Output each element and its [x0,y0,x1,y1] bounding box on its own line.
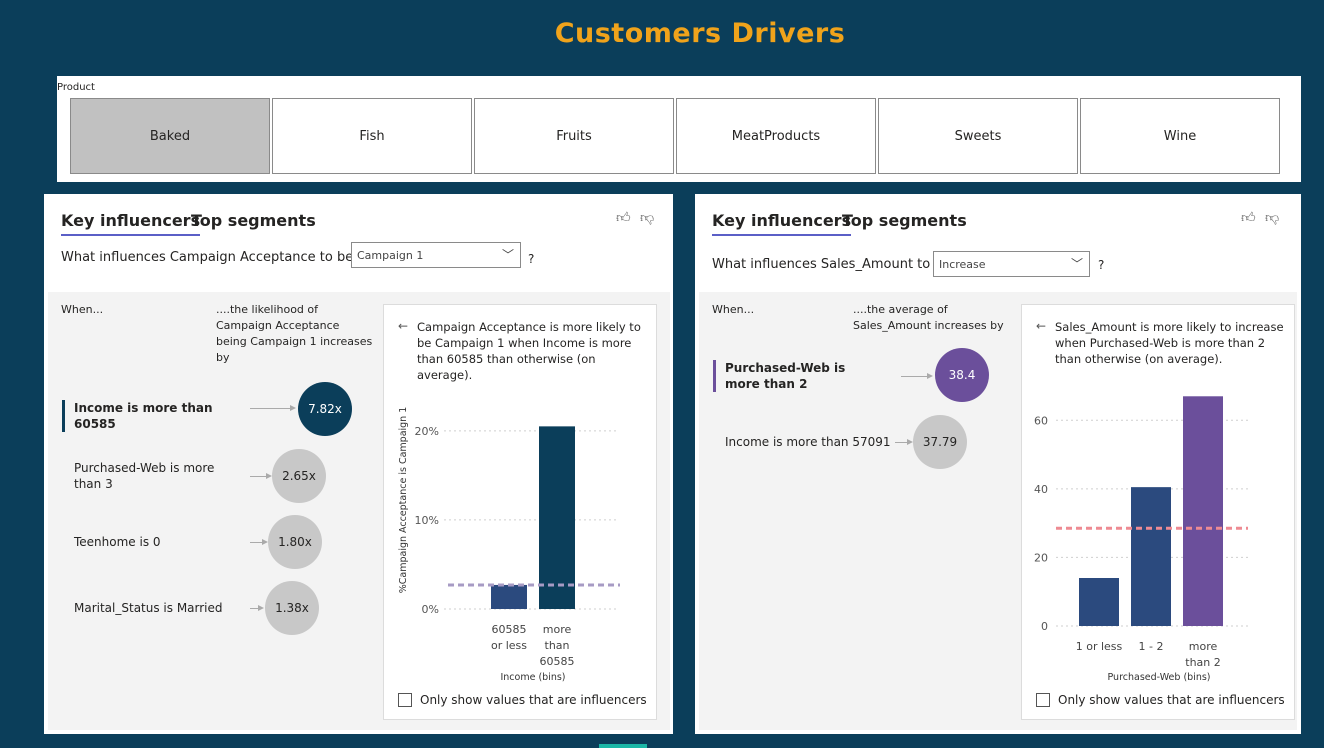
x-tick-label: more [543,623,572,636]
y-tick-label: 60 [1034,414,1048,427]
arrow-icon [250,473,272,479]
campaign-dropdown[interactable]: Campaign 1 ﹀ [351,242,521,268]
arrow-icon [901,373,933,379]
influence-bubble[interactable]: 1.80x [268,515,322,569]
arrow-icon [250,539,268,545]
key-influencers-panel-sales: Key influencers Top segments 👍︎ 👎︎ What … [695,194,1301,734]
when-header: When... [712,303,755,316]
influencer-row[interactable]: Marital_Status is Married [74,600,224,616]
tab-key-influencers[interactable]: Key influencers [712,211,852,236]
detail-description: Sales_Amount is more likely to increase … [1055,320,1284,366]
slicer-option-baked[interactable]: Baked [70,98,270,174]
thumbs-down-icon[interactable]: 👎︎ [1265,209,1279,226]
tab-top-segments[interactable]: Top segments [842,211,967,230]
x-tick-label: 60585 [540,655,575,668]
y-tick-label: 0 [1041,620,1048,633]
influencer-row[interactable]: Purchased-Web is more than 3 [74,460,224,492]
bar [491,584,527,609]
campaign-income-chart: %Campaign Acceptance is Campaign 1 0% 10%… [398,407,620,683]
key-influencers-panel-campaign: Key influencers Top segments 👍︎ 👎︎ What … [44,194,673,734]
x-axis-label: Income (bins) [500,672,565,683]
tab-top-segments[interactable]: Top segments [191,211,316,230]
dropdown-value: Campaign 1 [357,248,424,262]
x-tick-label: or less [491,639,527,652]
influence-bubble[interactable]: 37.79 [913,415,967,469]
page-tabs-strip [0,742,1324,748]
bar [1079,578,1119,626]
question-mark: ? [528,252,535,266]
slicer-option-sweets[interactable]: Sweets [878,98,1078,174]
active-page-indicator[interactable] [599,744,647,748]
thumbs-down-icon[interactable]: 👎︎ [640,209,654,226]
bar [1183,396,1223,626]
influencers-only-toggle[interactable]: Only show values that are influencers [1036,693,1285,707]
bar [539,426,575,609]
sales-dropdown[interactable]: Increase ﹀ [933,251,1090,277]
influencer-row[interactable]: Teenhome is 0 [74,534,224,550]
influencer-row[interactable]: Purchased-Web is more than 2 [713,360,875,392]
y-axis-label: %Campaign Acceptance is Campaign 1 [398,407,409,594]
slicer-option-meatproducts[interactable]: MeatProducts [676,98,876,174]
back-arrow-icon[interactable]: ← [398,319,408,333]
influence-bubble[interactable]: 7.82x [298,382,352,436]
likelihood-header: ....the likelihood of Campaign Acceptanc… [216,302,376,366]
y-tick-label: 20% [415,425,439,438]
y-tick-label: 20 [1034,551,1048,564]
likelihood-line-2: Campaign Acceptance [216,319,340,332]
average-header: ....the average of Sales_Amount increase… [853,302,1013,334]
slicer-label: Product [57,82,95,93]
back-arrow-icon[interactable]: ← [1036,319,1046,333]
question-label: What influences Campaign Acceptance to b… [61,250,354,265]
likelihood-line-3: being Campaign 1 increases [216,335,373,348]
influencer-row[interactable]: Income is more than 60585 [62,400,244,432]
x-axis-label: Purchased-Web (bins) [1108,672,1211,683]
influencer-row[interactable]: Income is more than 57091 [725,434,895,450]
x-tick-label: than [545,639,570,652]
dropdown-value: Increase [939,257,986,271]
checkbox[interactable] [398,693,412,707]
bar [1131,487,1171,626]
y-tick-label: 0% [422,603,439,616]
slicer-option-wine[interactable]: Wine [1080,98,1280,174]
sales-purchasedweb-chart: 0 20 40 60 1 or less 1 - 2 more than 2 Purchased… [1034,396,1248,683]
product-slicer: Product Baked Fish Fruits MeatProducts S… [57,76,1301,182]
x-tick-label: more [1189,640,1218,653]
checkbox-label: Only show values that are influencers [1058,693,1285,707]
question-mark: ? [1098,258,1105,272]
influencer-label: Purchased-Web is more than 2 [725,361,846,391]
checkbox[interactable] [1036,693,1050,707]
thumbs-up-icon[interactable]: 👍︎ [616,209,631,226]
page-title: Customers Drivers [554,18,846,49]
average-line-2: Sales_Amount increases by [853,319,1004,332]
average-line-1: ....the average of [853,303,948,316]
slicer-option-fruits[interactable]: Fruits [474,98,674,174]
x-tick-label: 1 - 2 [1139,640,1164,653]
influence-bubble[interactable]: 1.38x [265,581,319,635]
tab-key-influencers[interactable]: Key influencers [61,211,201,236]
influence-bubble[interactable]: 38.4 [935,348,989,402]
detail-card: ← Sales_Amount is more likely to increas… [1021,304,1295,720]
when-header: When... [61,303,104,316]
influence-bubble[interactable]: 2.65x [272,449,326,503]
influencer-label: Income is more than 60585 [74,401,213,431]
likelihood-line-4: by [216,351,230,364]
y-tick-label: 10% [415,514,439,527]
arrow-icon [250,605,264,611]
arrow-icon [895,439,913,445]
thumbs-up-icon[interactable]: 👍︎ [1241,209,1256,226]
checkbox-label: Only show values that are influencers [420,693,647,707]
chevron-down-icon: ﹀ [501,248,514,262]
influencers-only-toggle[interactable]: Only show values that are influencers [398,693,647,707]
x-tick-label: than 2 [1185,656,1221,669]
x-tick-label: 60585 [492,623,527,636]
question-label: What influences Sales_Amount to [712,257,931,272]
slicer-option-fish[interactable]: Fish [272,98,472,174]
x-tick-label: 1 or less [1076,640,1123,653]
chevron-down-icon: ﹀ [1070,257,1083,271]
likelihood-line-1: ....the likelihood of [216,303,319,316]
detail-card: ← Campaign Acceptance is more likely to … [383,304,657,720]
y-tick-label: 40 [1034,483,1048,496]
arrow-icon [250,405,296,411]
detail-description: Campaign Acceptance is more likely to be… [417,320,641,382]
